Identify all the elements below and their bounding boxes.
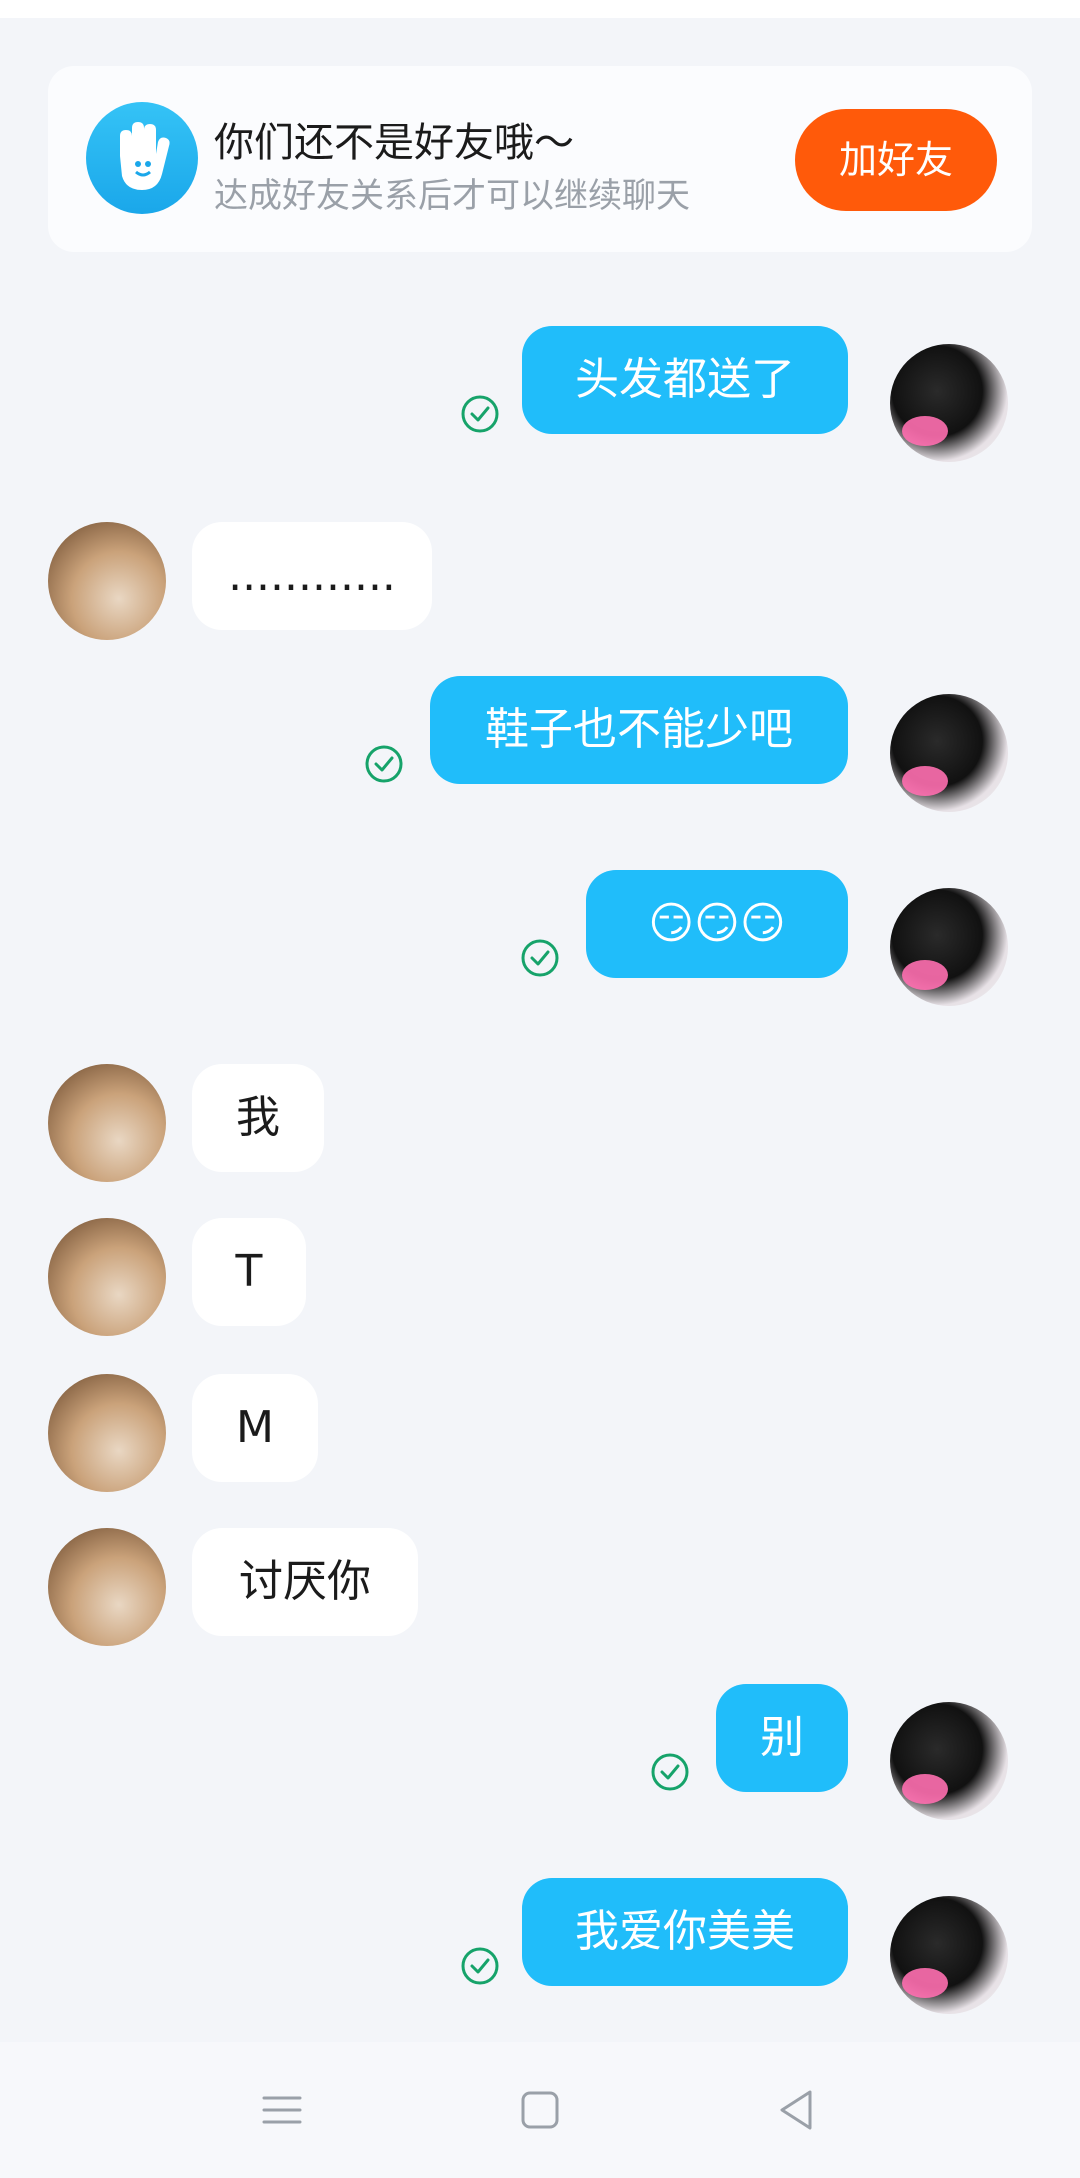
message-row: 我爱你美美 [0, 1878, 1080, 2014]
message-row: ............ [0, 522, 1080, 652]
contact-avatar[interactable] [48, 1374, 166, 1492]
banner-title: 你们还不是好友哦～ [214, 120, 574, 166]
hand-wave-icon [86, 102, 198, 214]
sent-check-icon [651, 1753, 689, 1791]
system-nav-bar [0, 2042, 1080, 2178]
message-bubble[interactable]: 😏😏😏 [586, 870, 848, 978]
message-bubble[interactable]: M [192, 1374, 318, 1482]
message-bubble[interactable]: ............ [192, 522, 432, 630]
message-row: 😏😏😏 [0, 870, 1080, 1006]
message-bubble[interactable]: 我 [192, 1064, 324, 1172]
sent-check-icon [461, 1947, 499, 1985]
my-avatar[interactable] [890, 694, 1008, 812]
contact-avatar[interactable] [48, 1218, 166, 1336]
message-row: 鞋子也不能少吧 [0, 676, 1080, 812]
status-bar-strip [0, 0, 1080, 18]
home-square-icon[interactable] [510, 2080, 570, 2140]
message-bubble[interactable]: T [192, 1218, 306, 1326]
message-bubble[interactable]: 讨厌你 [192, 1528, 418, 1636]
message-bubble[interactable]: 鞋子也不能少吧 [430, 676, 848, 784]
contact-avatar[interactable] [48, 522, 166, 640]
message-row: M [0, 1374, 1080, 1504]
contact-avatar[interactable] [48, 1528, 166, 1646]
message-row: 头发都送了 [0, 326, 1080, 462]
message-row: 讨厌你 [0, 1528, 1080, 1658]
message-bubble[interactable]: 别 [716, 1684, 848, 1792]
my-avatar[interactable] [890, 344, 1008, 462]
my-avatar[interactable] [890, 888, 1008, 1006]
add-friend-button[interactable]: 加好友 [795, 109, 997, 211]
message-row: 别 [0, 1684, 1080, 1820]
menu-icon[interactable] [252, 2080, 312, 2140]
contact-avatar[interactable] [48, 1064, 166, 1182]
message-row: 我 [0, 1064, 1080, 1194]
back-triangle-icon[interactable] [766, 2080, 826, 2140]
message-row: T [0, 1218, 1080, 1348]
sent-check-icon [461, 395, 499, 433]
message-bubble[interactable]: 我爱你美美 [522, 1878, 848, 1986]
sent-check-icon [521, 939, 559, 977]
my-avatar[interactable] [890, 1896, 1008, 2014]
message-bubble[interactable]: 头发都送了 [522, 326, 848, 434]
sent-check-icon [365, 745, 403, 783]
banner-subtitle: 达成好友关系后才可以继续聊天 [214, 176, 690, 216]
my-avatar[interactable] [890, 1702, 1008, 1820]
